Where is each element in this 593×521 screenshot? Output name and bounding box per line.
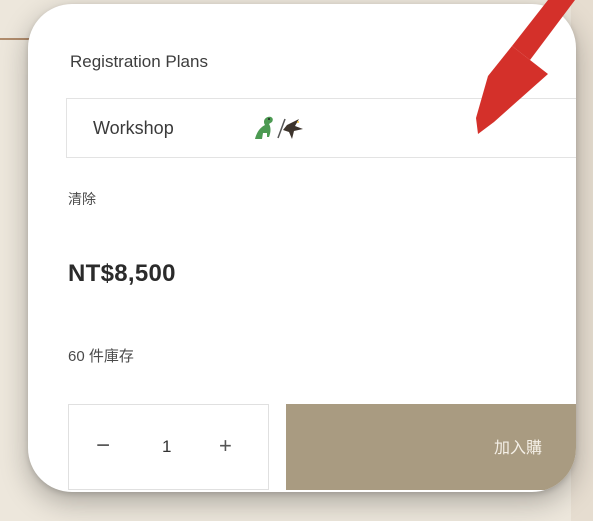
increase-quantity-button[interactable]: + bbox=[219, 431, 232, 461]
dinosaur-and-bird-emoji-icon bbox=[255, 116, 303, 139]
quantity-value[interactable]: 1 bbox=[162, 434, 171, 460]
registration-plans-label: Registration Plans bbox=[70, 52, 208, 71]
decrease-quantity-button[interactable]: − bbox=[96, 431, 110, 461]
selected-plan-value: Workshop bbox=[93, 118, 174, 138]
quantity-stepper: − 1 + bbox=[68, 404, 269, 490]
stock-count: 60 件庫存 bbox=[68, 348, 134, 365]
add-to-cart-button[interactable]: 加入購 bbox=[286, 404, 576, 490]
registration-plan-select[interactable]: Workshop bbox=[66, 98, 576, 158]
add-to-cart-label: 加入購 bbox=[494, 440, 543, 457]
clear-selection-link[interactable]: 清除 bbox=[68, 189, 96, 209]
product-options-card: Registration Plans Workshop 清除 NT$8,500 … bbox=[28, 4, 576, 492]
price: NT$8,500 bbox=[68, 260, 176, 287]
